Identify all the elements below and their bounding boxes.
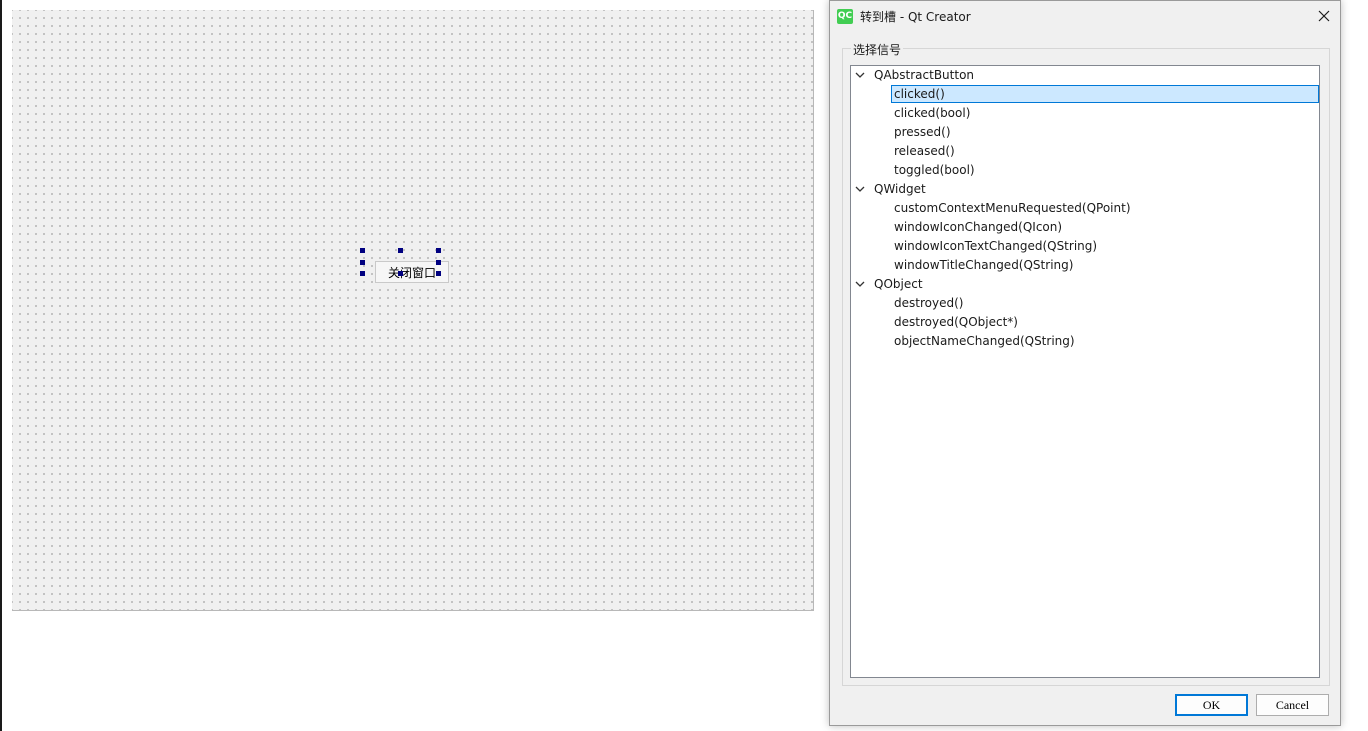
tree-group-row[interactable]: QAbstractButton [851, 66, 1319, 85]
signal-label: windowIconTextChanged(QString) [894, 239, 1098, 253]
resize-handle-bottom[interactable] [398, 271, 403, 276]
signal-row[interactable]: windowIconTextChanged(QString) [851, 237, 1319, 256]
class-name-label: QObject [874, 277, 923, 291]
signal-label: released() [894, 144, 955, 158]
signal-row[interactable]: clicked(bool) [851, 104, 1319, 123]
resize-handle-bottom-right[interactable] [436, 271, 441, 276]
go-to-slot-dialog: QC 转到槽 - Qt Creator 选择信号 QAbstractButton… [829, 0, 1341, 726]
signal-row[interactable]: destroyed() [851, 294, 1319, 313]
chevron-down-icon[interactable] [855, 185, 865, 193]
signal-label: customContextMenuRequested(QPoint) [894, 201, 1131, 215]
resize-handle-right[interactable] [436, 260, 441, 265]
signal-row[interactable]: pressed() [851, 123, 1319, 142]
resize-handle-left[interactable] [360, 260, 365, 265]
signal-tree-view[interactable]: QAbstractButton clicked() clicked(bool) pre… [850, 65, 1320, 678]
select-signal-label: 选择信号 [851, 41, 904, 58]
tree-group-row[interactable]: QWidget [851, 180, 1319, 199]
chevron-down-icon[interactable] [855, 71, 865, 79]
signal-label: clicked() [894, 87, 945, 101]
form-design-canvas[interactable]: 关闭窗口 [12, 10, 814, 611]
class-name-label: QAbstractButton [874, 68, 975, 82]
signal-row[interactable]: destroyed(QObject*) [851, 313, 1319, 332]
signal-row[interactable]: released() [851, 142, 1319, 161]
window-edge [0, 0, 2, 731]
signal-row[interactable]: objectNameChanged(QString) [851, 332, 1319, 351]
resize-handle-bottom-left[interactable] [360, 271, 365, 276]
signal-row[interactable]: windowIconChanged(QIcon) [851, 218, 1319, 237]
close-icon [1318, 10, 1330, 22]
signal-label: pressed() [894, 125, 951, 139]
push-button-label: 关闭窗口 [387, 265, 436, 280]
chevron-down-icon[interactable] [855, 280, 865, 288]
signal-label: destroyed(QObject*) [894, 315, 1018, 329]
tree-group-row[interactable]: QObject [851, 275, 1319, 294]
signal-row[interactable]: clicked() [851, 85, 1319, 104]
resize-handle-top-left[interactable] [360, 248, 365, 253]
signal-label: clicked(bool) [894, 106, 971, 120]
class-name-label: QWidget [874, 182, 926, 196]
qt-creator-app-icon: QC [837, 9, 853, 24]
dialog-title: 转到槽 - Qt Creator [860, 10, 971, 24]
signal-label: windowIconChanged(QIcon) [894, 220, 1063, 234]
ok-button[interactable]: OK [1175, 694, 1248, 716]
signal-row[interactable]: windowTitleChanged(QString) [851, 256, 1319, 275]
cancel-button[interactable]: Cancel [1256, 694, 1329, 716]
signal-label: objectNameChanged(QString) [894, 334, 1075, 348]
selection-highlight [891, 85, 1319, 103]
resize-handle-top[interactable] [398, 248, 403, 253]
signal-row[interactable]: toggled(bool) [851, 161, 1319, 180]
resize-handle-top-right[interactable] [436, 248, 441, 253]
signal-label: windowTitleChanged(QString) [894, 258, 1074, 272]
signal-row[interactable]: customContextMenuRequested(QPoint) [851, 199, 1319, 218]
signal-label: destroyed() [894, 296, 964, 310]
close-button[interactable] [1308, 1, 1340, 31]
signal-label: toggled(bool) [894, 163, 975, 177]
dialog-titlebar[interactable]: QC 转到槽 - Qt Creator [830, 1, 1340, 31]
